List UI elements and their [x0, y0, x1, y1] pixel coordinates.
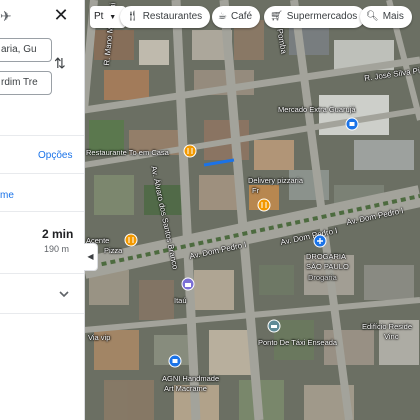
poi-label[interactable]: Itaú: [174, 296, 187, 305]
chevron-down-icon: ▼: [109, 14, 117, 21]
chip-label: Supermercados: [286, 11, 358, 22]
poi-label[interactable]: Art Macrame: [164, 384, 207, 393]
route-distance: 190 m: [44, 244, 70, 254]
restaurant-pin-icon[interactable]: [257, 198, 271, 212]
restaurant-pin-icon[interactable]: [124, 233, 138, 247]
poi-label[interactable]: Drogaria: [308, 273, 337, 282]
destination-field[interactable]: rdim Tre: [0, 71, 52, 95]
chip-label: Restaurantes: [142, 11, 203, 22]
language-label: Pt: [94, 11, 104, 22]
poi-label[interactable]: Edifício Reside: [362, 322, 412, 331]
chip-restaurants[interactable]: 🍴︎ Restaurantes: [120, 6, 211, 28]
route-time: 2 min: [42, 227, 74, 241]
poi-label[interactable]: Mercado Extra Guarujá: [278, 105, 356, 114]
poi-label[interactable]: Delivery pizzaria: [248, 176, 303, 185]
poi-label[interactable]: Pizza: [104, 246, 122, 255]
chip-supermarkets[interactable]: 🛒︎ Supermercados: [264, 6, 366, 28]
coffee-icon: ☕︎: [218, 11, 227, 22]
divider: [0, 211, 84, 212]
restaurant-pin-icon[interactable]: [183, 144, 197, 158]
poi-label[interactable]: Via vip: [88, 333, 110, 342]
divider: [0, 273, 84, 274]
chip-more[interactable]: 🔍︎ Mais: [360, 6, 412, 28]
map-imagery: [84, 0, 420, 420]
pharmacy-pin-icon[interactable]: [313, 234, 327, 248]
directions-panel: ✈ ✕ aria, Gu rdim Tre ⇅ Opções me 2 min …: [0, 0, 85, 420]
shopping-pin-icon[interactable]: [345, 117, 359, 131]
route-link[interactable]: me: [0, 190, 14, 201]
divider: [0, 135, 84, 136]
close-icon[interactable]: ✕: [52, 6, 70, 24]
taxi-pin-icon[interactable]: [267, 319, 281, 333]
category-chips: Pt ▼ 🍴︎ Restaurantes ☕︎ Café 🛒︎ Supermercad…: [90, 6, 420, 28]
airplane-icon[interactable]: ✈: [0, 8, 16, 24]
bank-pin-icon[interactable]: [181, 277, 195, 291]
divider: [0, 313, 84, 314]
poi-label[interactable]: AGNI Handmade: [162, 374, 219, 383]
poi-label[interactable]: SÃO PAULO: [306, 262, 349, 271]
poi-label[interactable]: Ponto De Táxi Enseada: [258, 338, 337, 347]
chevron-down-icon[interactable]: [57, 287, 71, 301]
shopping-pin-icon[interactable]: [168, 354, 182, 368]
satellite-map[interactable]: R. José Silva Pi Av. Dom Pedro I Av. Dom…: [84, 0, 420, 420]
origin-field[interactable]: aria, Gu: [0, 38, 52, 62]
chip-cafe[interactable]: ☕︎ Café: [212, 6, 261, 28]
poi-label[interactable]: Fr: [252, 186, 259, 195]
chip-label: Café: [230, 11, 253, 22]
restaurant-icon: 🍴︎: [126, 11, 139, 22]
options-link[interactable]: Opções: [38, 150, 72, 161]
poi-label[interactable]: DROGARIA: [306, 252, 346, 261]
poi-label[interactable]: Restaurante To em Casa: [86, 148, 169, 157]
poi-label[interactable]: Vinc: [384, 332, 398, 341]
divider: [0, 173, 84, 174]
swap-icon[interactable]: ⇅: [54, 55, 68, 71]
chip-label: Mais: [382, 11, 404, 22]
collapse-panel-button[interactable]: ◀: [84, 243, 98, 271]
cart-icon: 🛒︎: [270, 11, 283, 22]
search-icon: 🔍︎: [366, 11, 379, 22]
